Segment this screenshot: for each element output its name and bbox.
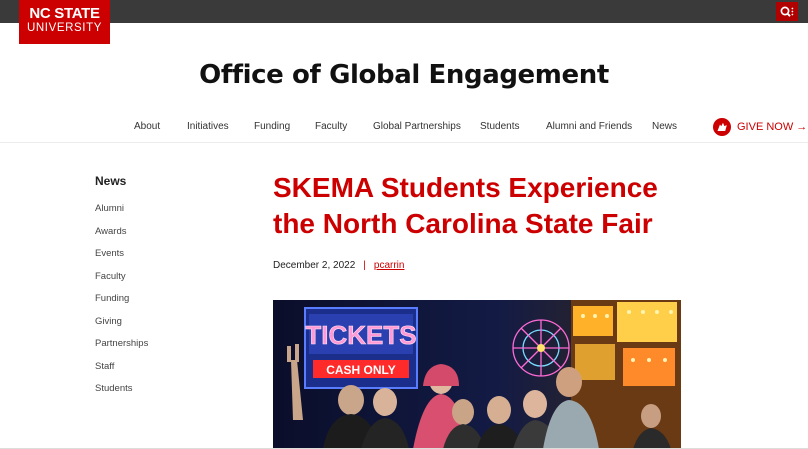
site-title[interactable]: Office of Global Engagement xyxy=(0,60,808,90)
search-button[interactable] xyxy=(776,2,798,21)
article-title: SKEMA Students Experience the North Caro… xyxy=(273,172,658,239)
nav-item-faculty[interactable]: Faculty xyxy=(315,121,347,132)
nav-item-news[interactable]: News xyxy=(652,121,677,132)
nav-item-funding[interactable]: Funding xyxy=(254,121,290,132)
article-date: December 2, 2022 xyxy=(273,260,356,271)
sidebar-item-partnerships[interactable]: Partnerships xyxy=(95,338,148,361)
logo-line-2: UNIVERSITY xyxy=(26,22,102,34)
article-featured-image: TICKETS CASH ONLY xyxy=(273,300,681,449)
nav-item-initiatives[interactable]: Initiatives xyxy=(187,121,229,132)
sidebar-item-faculty[interactable]: Faculty xyxy=(95,271,148,294)
give-now-label: GIVE NOW → xyxy=(737,121,808,133)
give-now-button[interactable]: GIVE NOW → xyxy=(713,117,807,137)
sidebar-item-staff[interactable]: Staff xyxy=(95,361,148,384)
article-author-link[interactable]: pcarrin xyxy=(374,260,405,271)
sidebar-item-events[interactable]: Events xyxy=(95,248,148,271)
sidebar-title: News xyxy=(95,174,127,188)
nav-divider xyxy=(0,142,808,143)
sidebar-item-funding[interactable]: Funding xyxy=(95,293,148,316)
top-utility-bar xyxy=(0,0,808,23)
search-icon xyxy=(780,6,794,17)
article-meta: December 2, 2022 | pcarrin xyxy=(273,260,404,271)
nav-item-alumni-and-friends[interactable]: Alumni and Friends xyxy=(546,121,632,132)
logo-line-1: NC STATE xyxy=(29,5,100,22)
photo-sign-subtext: CASH ONLY xyxy=(326,363,396,377)
sidebar-category-list: Alumni Awards Events Faculty Funding Giv… xyxy=(95,203,148,406)
sidebar-item-awards[interactable]: Awards xyxy=(95,226,148,249)
photo-sign-text: TICKETS xyxy=(305,320,416,350)
nc-state-logo[interactable]: NC STATE UNIVERSITY xyxy=(19,0,110,44)
sidebar-item-alumni[interactable]: Alumni xyxy=(95,203,148,226)
nav-item-students[interactable]: Students xyxy=(480,121,519,132)
sidebar-item-students[interactable]: Students xyxy=(95,383,148,406)
nav-item-about[interactable]: About xyxy=(134,121,160,132)
wolf-icon xyxy=(713,118,731,136)
sidebar-item-giving[interactable]: Giving xyxy=(95,316,148,339)
nav-item-global-partnerships[interactable]: Global Partnerships xyxy=(373,121,461,132)
meta-separator: | xyxy=(363,260,366,271)
